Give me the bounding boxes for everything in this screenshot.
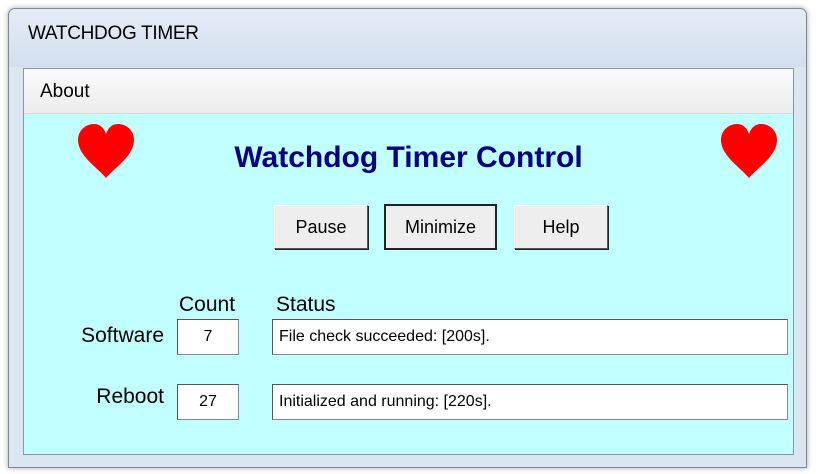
page-title: Watchdog Timer Control	[234, 141, 583, 174]
software-count-field[interactable]: 7	[177, 319, 239, 355]
menu-bar: About	[24, 69, 793, 114]
count-column-label: Count	[179, 293, 236, 316]
window-title: WATCHDOG TIMER	[28, 23, 199, 44]
title-bar[interactable]: WATCHDOG TIMER	[9, 9, 806, 67]
software-status-field[interactable]: File check succeeded: [200s].	[272, 319, 788, 355]
software-row-label: Software	[81, 324, 164, 347]
reboot-status-field[interactable]: Initialized and running: [220s].	[272, 384, 788, 420]
pause-button[interactable]: Pause	[274, 205, 368, 249]
reboot-count-field[interactable]: 27	[177, 384, 239, 420]
watchdog-window: WATCHDOG TIMER About Watchdog Timer Cont…	[8, 8, 807, 468]
help-button[interactable]: Help	[514, 205, 608, 249]
menu-about[interactable]: About	[40, 81, 90, 103]
minimize-button[interactable]: Minimize	[384, 204, 497, 250]
reboot-row-label: Reboot	[96, 385, 164, 408]
client-area: About Watchdog Timer Control Pause Minim…	[23, 68, 794, 455]
status-column-label: Status	[276, 293, 336, 316]
